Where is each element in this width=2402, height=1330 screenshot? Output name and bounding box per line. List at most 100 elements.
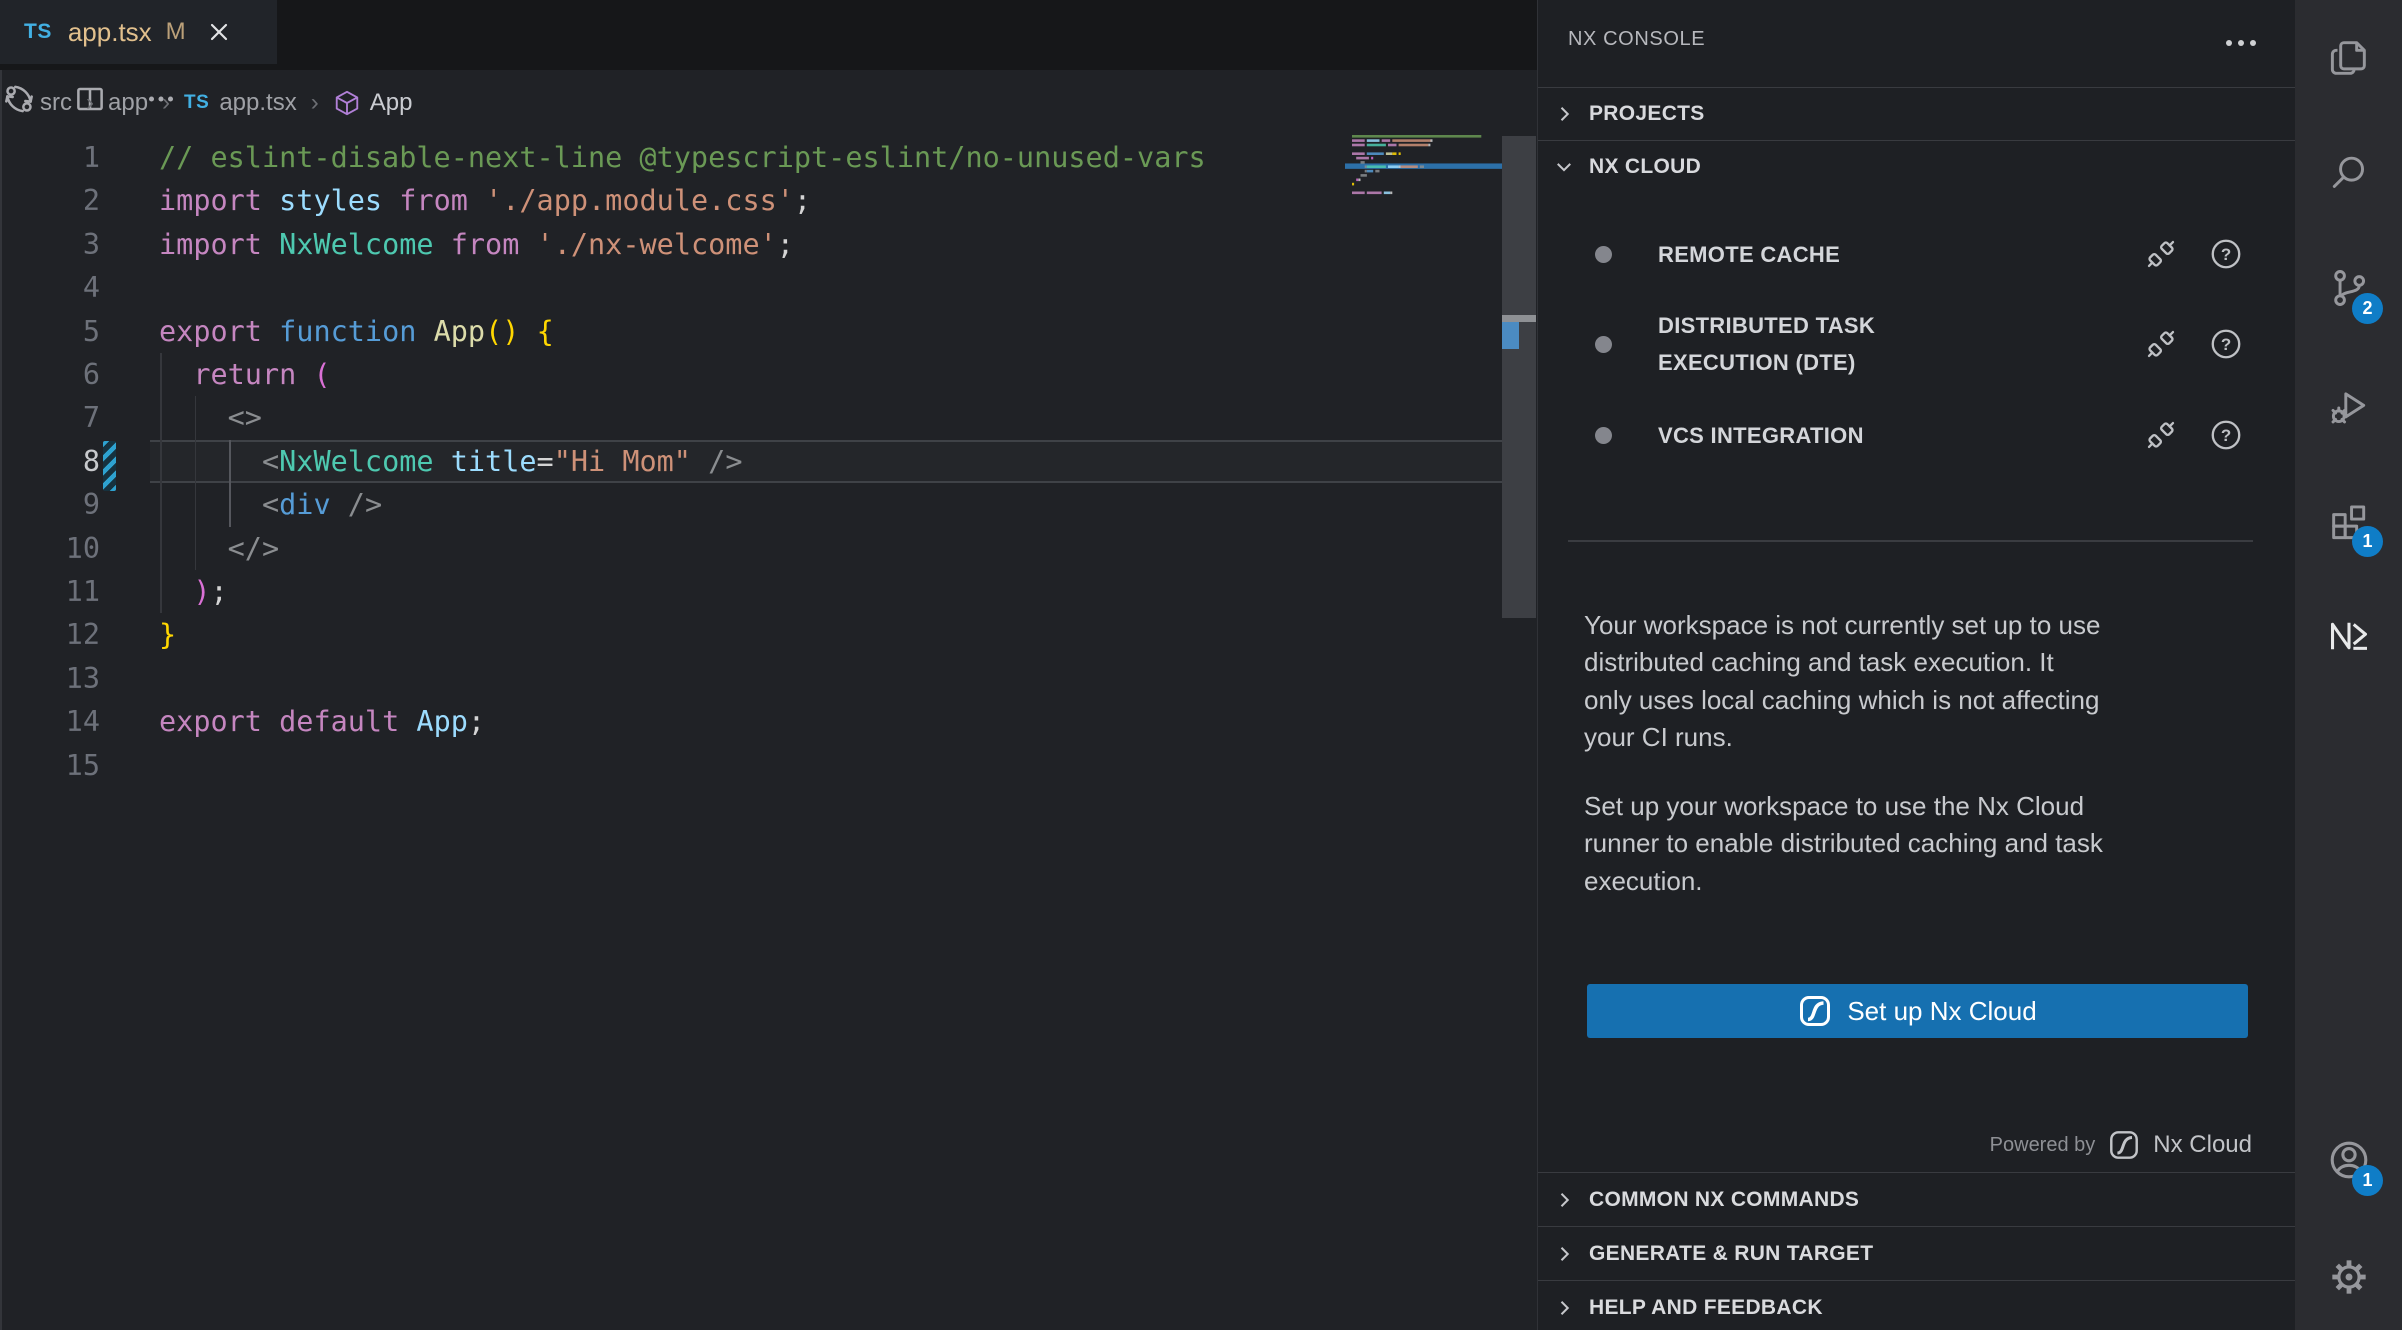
code-token [519, 315, 536, 348]
nx-console-panel: NX CONSOLE PROJECTS NX CLOUD REMOTE CACH… [1537, 0, 2295, 1330]
line-number: 9 [0, 483, 100, 526]
code-line[interactable]: 15 [0, 744, 1502, 787]
code-token: () [485, 315, 519, 348]
code-token [296, 358, 313, 391]
section-projects[interactable]: PROJECTS [1538, 88, 2295, 140]
code-token [159, 532, 228, 565]
account-icon[interactable]: 1 [2295, 1115, 2402, 1205]
code-token: return [193, 358, 296, 391]
panel-more-actions-icon[interactable] [2222, 30, 2260, 56]
nx-console-icon[interactable] [2295, 591, 2402, 681]
code-line[interactable]: 4 [0, 266, 1502, 309]
help-icon[interactable]: ? [2208, 326, 2244, 362]
code-token [159, 401, 228, 434]
code-token [468, 184, 485, 217]
code-line[interactable]: 10 </> [0, 527, 1502, 570]
line-number: 1 [0, 136, 100, 179]
code-line[interactable]: 11 ); [0, 570, 1502, 613]
code-token: ( [313, 358, 330, 391]
vscode-window: TS app.tsx M [0, 0, 2402, 1330]
code-line[interactable]: 13 [0, 657, 1502, 700]
code-token: ; [468, 705, 485, 738]
code-editor[interactable]: 1 // eslint-disable-next-line @typescript… [0, 0, 1537, 1330]
line-number: 3 [0, 223, 100, 266]
code-line[interactable]: 2import styles from './app.module.css'; [0, 179, 1502, 222]
search-icon[interactable] [2295, 128, 2402, 218]
code-token [262, 705, 279, 738]
code-token: /> [348, 488, 382, 521]
code-token: } [159, 618, 176, 651]
line-number: 14 [0, 700, 100, 743]
code-token: ; [794, 184, 811, 217]
code-token [382, 184, 399, 217]
workspace-status-text: Your workspace is not currently set up t… [1584, 607, 2274, 757]
section-label: COMMON NX COMMANDS [1589, 1188, 1859, 1212]
status-dot-icon [1595, 246, 1612, 263]
help-icon[interactable]: ? [2208, 236, 2244, 272]
settings-gear-icon[interactable] [2295, 1232, 2402, 1322]
activity-bar: 2 1 [2295, 0, 2402, 1330]
section-nx-cloud[interactable]: NX CLOUD [1538, 141, 2295, 193]
code-token: NxWelcome [279, 228, 433, 261]
extensions-icon[interactable]: 1 [2295, 476, 2402, 566]
feature-label: DISTRIBUTED TASK EXECUTION (DTE) [1658, 307, 2143, 381]
code-token: </> [228, 532, 279, 565]
code-token: App [434, 315, 485, 348]
section-label: PROJECTS [1589, 102, 1705, 126]
line-number: 4 [0, 266, 100, 309]
setup-nx-cloud-button[interactable]: Set up Nx Cloud [1587, 984, 2248, 1038]
code-token: = [537, 445, 554, 478]
explorer-icon[interactable] [2295, 13, 2402, 103]
status-dot-icon [1595, 336, 1612, 353]
code-line[interactable]: 3import NxWelcome from './nx-welcome'; [0, 223, 1502, 266]
run-and-debug-icon[interactable] [2295, 361, 2402, 451]
code-line[interactable]: 1 // eslint-disable-next-line @typescript… [0, 136, 1502, 179]
code-line[interactable]: 6 return ( [0, 353, 1502, 396]
code-line[interactable]: 9 <div /> [0, 483, 1502, 526]
connect-icon[interactable] [2143, 326, 2179, 362]
code-token: NxWelcome [279, 445, 433, 478]
feature-label: REMOTE CACHE [1658, 236, 2143, 273]
code-token: // eslint-disable-next-line @typescript-… [159, 141, 1206, 174]
code-token: div [279, 488, 330, 521]
code-line[interactable]: 12} [0, 613, 1502, 656]
code-line[interactable]: 14export default App; [0, 700, 1502, 743]
code-token [262, 315, 279, 348]
code-token: export [159, 315, 262, 348]
section-common-nx-commands[interactable]: COMMON NX COMMANDS [1538, 1172, 2295, 1226]
nx-cloud-icon [2108, 1129, 2140, 1161]
chevron-right-icon [1554, 1190, 1574, 1210]
connect-icon[interactable] [2143, 236, 2179, 272]
feature-label: VCS INTEGRATION [1658, 417, 2143, 454]
code-token [159, 358, 193, 391]
code-token [159, 488, 262, 521]
scrollbar[interactable] [1502, 136, 1536, 618]
code-token [691, 445, 708, 478]
minimap[interactable] [1345, 134, 1502, 224]
code-token: App [416, 705, 467, 738]
help-icon[interactable]: ? [2208, 417, 2244, 453]
code-token [434, 445, 451, 478]
code-line[interactable]: 5export function App() { [0, 310, 1502, 353]
code-token [159, 445, 262, 478]
powered-by: Powered by Nx Cloud [1990, 1122, 2252, 1168]
code-token: <> [228, 401, 262, 434]
source-control-icon[interactable]: 2 [2295, 243, 2402, 333]
line-number: 11 [0, 570, 100, 613]
divider [1568, 540, 2253, 542]
code-line[interactable]: 7 <> [0, 396, 1502, 439]
panel-title: NX CONSOLE [1568, 28, 1705, 51]
section-help-and-feedback[interactable]: HELP AND FEEDBACK [1538, 1280, 2295, 1330]
svg-text:?: ? [2221, 245, 2231, 264]
code-token [262, 184, 279, 217]
section-generate-run-target[interactable]: GENERATE & RUN TARGET [1538, 1226, 2295, 1280]
source-control-badge: 2 [2352, 293, 2383, 324]
code-line[interactable]: 8 <NxWelcome title="Hi Mom" /> [0, 440, 1502, 483]
code-token: import [159, 228, 262, 261]
code-token: './app.module.css' [485, 184, 794, 217]
chevron-right-icon [1554, 1244, 1574, 1264]
code-token: export [159, 705, 262, 738]
svg-text:?: ? [2221, 335, 2231, 354]
code-token [416, 315, 433, 348]
connect-icon[interactable] [2143, 417, 2179, 453]
